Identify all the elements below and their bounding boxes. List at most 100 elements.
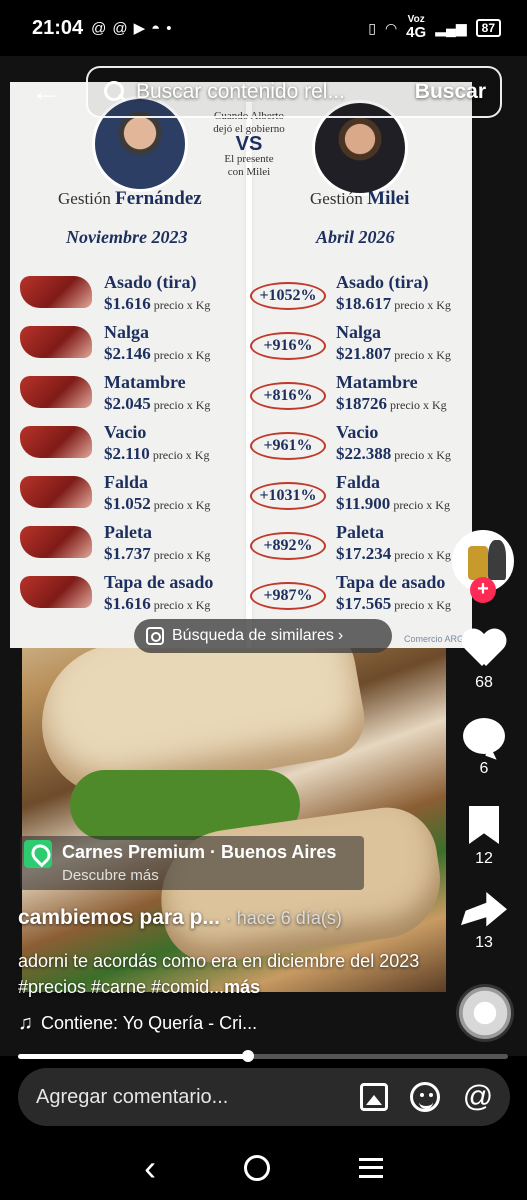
image-icon[interactable] [360,1083,388,1111]
left-gestion-name: Fernández [115,188,202,209]
network-main-label: 4G [406,24,427,41]
left-price-value: $1.737 [104,544,151,563]
caption-time-ago: · hace 6 día(s) [225,908,342,928]
cut-row: Falda $1.052 precio x Kg +1031% Falda $11.900… [10,470,472,520]
youtube-icon: ▶ [133,20,146,37]
left-price-value: $1.052 [104,494,151,513]
comment-bar[interactable]: Agregar comentario... @ [18,1068,510,1126]
cut-row: Paleta $1.737 precio x Kg +892% Paleta $17.23… [10,520,472,570]
per-kg-label: precio x Kg [393,498,450,512]
right-cut-price: $17.234 precio x Kg [336,544,451,564]
sound-label: Contiene: Yo Quería - Cri... [41,1013,258,1033]
left-cut-price: $2.110 precio x Kg [104,444,209,464]
nav-recents-icon[interactable] [358,1158,383,1178]
search-bar[interactable]: Buscar contenido rel... Buscar [86,66,502,118]
per-kg-label: precio x Kg [153,348,211,362]
left-cut-name: Falda [104,472,149,492]
right-cut-price: $17.565 precio x Kg [336,594,451,614]
vs-block: Cuando Alberto dejó el gobierno VS El pr… [204,110,294,179]
threads-icon-2: @ [112,19,128,37]
comment-count: 6 [479,760,489,777]
per-kg-label: precio x Kg [394,348,451,362]
caption-more-link[interactable]: más [224,977,260,997]
meat-cut-image [20,276,92,308]
right-cut-name: Paleta [336,522,384,542]
price-comparison-infographic: Cuando Alberto dejó el gobierno VS El pr… [10,82,472,648]
search-button[interactable]: Buscar [415,80,486,104]
right-price-value: $17.565 [336,594,392,613]
per-kg-label: precio x Kg [153,498,211,512]
location-tag[interactable]: Carnes Premium · Buenos Aires Descubre m… [20,836,364,890]
left-cut-name: Tapa de asado [104,572,214,592]
comment-button[interactable]: 6 [452,718,516,778]
per-kg-label: precio x Kg [153,548,211,562]
comment-icon [463,718,505,754]
meat-cut-image [20,326,92,358]
left-price-value: $1.616 [104,294,151,313]
share-button[interactable]: 13 [452,892,516,952]
left-cut-name: Nalga [104,322,149,342]
percent-change-badge: +916% [250,332,326,360]
dot-icon: • [166,19,172,37]
left-cut-price: $1.616 precio x Kg [104,594,210,614]
progress-knob[interactable] [242,1050,254,1062]
meat-cut-image [20,426,92,458]
right-price-value: $22.388 [336,444,392,463]
similar-search-button[interactable]: Búsqueda de similares › [134,619,392,653]
left-price-value: $1.616 [104,594,151,613]
sound-link[interactable]: ♫ Contiene: Yo Quería - Cri... [18,1012,438,1035]
system-navigation-bar: ‹ [0,1136,527,1200]
back-arrow-icon[interactable]: ← [28,74,64,110]
caption-body[interactable]: adorni te acordás como era en diciembre … [18,948,438,1000]
music-disc-icon[interactable] [456,984,514,1042]
mention-icon[interactable]: @ [462,1081,494,1113]
location-pin-icon [24,840,52,868]
comment-input[interactable]: Agregar comentario... [36,1086,228,1109]
search-input[interactable]: Buscar contenido rel... [136,80,345,104]
status-app-icons: @ @ ▶ ◓ • [91,19,172,38]
cut-row: Matambre $2.045 precio x Kg +816% Matambre $1… [10,370,472,420]
per-kg-label: precio x Kg [394,448,451,462]
right-cut-price: $18726 precio x Kg [336,394,447,414]
left-cut-name: Matambre [104,372,186,392]
per-kg-label: precio x Kg [152,448,210,462]
battery-indicator: 87 [475,19,501,37]
chevron-right-icon: › [337,627,344,644]
left-gestion-prefix: Gestión [58,189,111,208]
left-cut-price: $1.052 precio x Kg [104,494,210,514]
right-cut-name: Asado (tira) [336,272,429,292]
left-price-value: $2.110 [104,444,150,463]
visual-search-icon [146,627,164,645]
vs-bottom-line2: con Milei [227,166,271,178]
vibrate-icon: ▯ [368,19,376,36]
bookmark-icon [469,806,499,844]
right-price-value: $18.617 [336,294,392,313]
wifi-icon: ◠ [384,19,398,36]
percent-change-badge: +1052% [250,282,326,310]
location-title: Carnes Premium · Buenos Aires [62,842,337,862]
video-progress-bar[interactable] [18,1050,508,1062]
emoji-icon[interactable] [410,1082,440,1112]
right-gestion-name: Milei [367,188,410,209]
save-button[interactable]: 12 [452,806,516,868]
right-cut-price: $11.900 precio x Kg [336,494,450,514]
left-price-value: $2.146 [104,344,151,363]
caption-body-text: adorni te acordás como era en diciembre … [18,951,420,997]
nav-home-icon[interactable] [244,1155,271,1181]
left-price-value: $2.045 [104,394,151,413]
follow-plus-icon[interactable]: + [470,577,496,603]
threads-icon: @ [91,19,107,37]
location-subtitle: Descubre más [62,867,159,884]
meat-cut-image [20,576,92,608]
right-cut-price: $22.388 precio x Kg [336,444,451,464]
right-cut-name: Nalga [336,322,381,342]
like-button[interactable]: 68 [452,628,516,692]
right-cut-name: Falda [336,472,381,492]
nav-back-icon[interactable]: ‹ [144,1147,156,1189]
percent-change-badge: +816% [250,382,326,410]
caption-title[interactable]: cambiemos para p... · hace 6 día(s) [18,906,448,930]
search-icon [104,81,126,103]
right-gestion-title: Gestión Milei [310,188,409,210]
caption-title-text: cambiemos para p... [18,906,220,929]
vs-bottom-line1: El presente [224,153,274,165]
